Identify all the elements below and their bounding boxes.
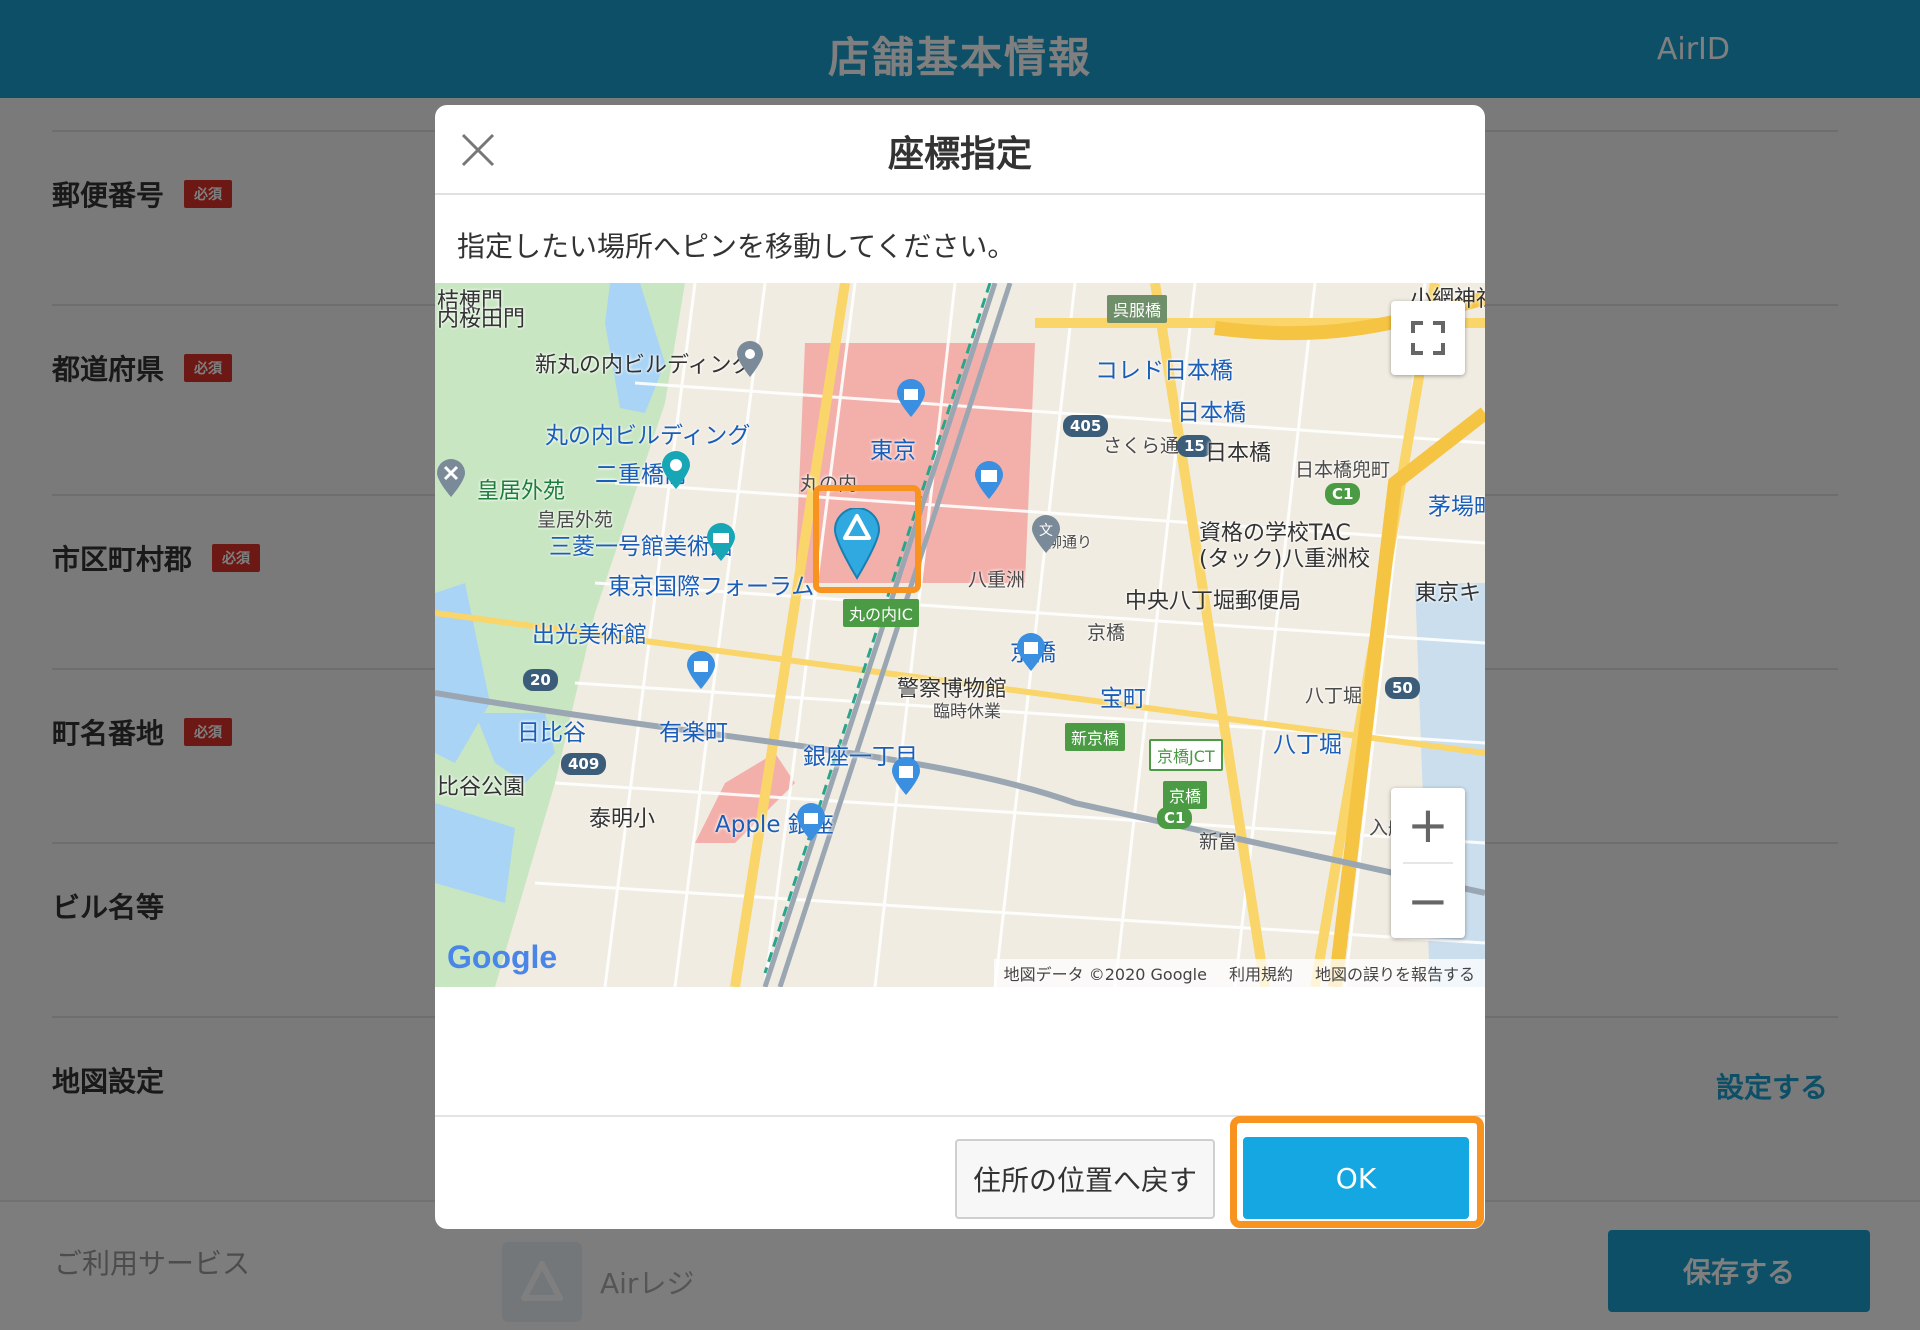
route-c1b-shield: C1 <box>1157 807 1193 829</box>
map-label-shintomi: 新富 <box>1199 831 1238 853</box>
map-label-maru-bldg: 丸の内ビルディング <box>545 423 751 449</box>
modal-header: 座標指定 <box>435 105 1485 195</box>
map-label-marunouchi-ic: 丸の内IC <box>843 599 919 627</box>
apple-store-pin-icon[interactable] <box>795 803 827 843</box>
map-label-rinji: 臨時休業 <box>933 702 1001 722</box>
map-attribution: 地図データ ©2020 Google 利用規約 地図の誤りを報告する <box>993 959 1485 987</box>
map-label-chuo-hatchobori: 中央八丁堀郵便局 <box>1125 589 1302 614</box>
map-label-forum: 東京国際フォーラム <box>608 574 815 600</box>
route-50-shield: 50 <box>1385 677 1420 699</box>
zoom-in-button[interactable]: + <box>1391 788 1465 862</box>
instruction-text: 指定したい場所へピンを移動してください。 <box>457 230 1016 263</box>
map-view[interactable]: 桔梗門 内桜田門 新丸の内ビルディング 呉服橋 小網神社 コレド日本橋 405 … <box>435 283 1485 987</box>
shopping-pin-icon[interactable] <box>895 379 927 419</box>
route-405-shield: 405 <box>1063 415 1109 437</box>
google-logo-text: Google <box>447 939 558 975</box>
map-label-yaesu: 八重洲 <box>968 569 1026 591</box>
map-label-nihonbashi: 日本橋 <box>1205 441 1272 466</box>
shopping-pin-icon-2[interactable] <box>685 651 717 691</box>
route-c1-shield: C1 <box>1325 483 1361 505</box>
map-label-coredo: コレド日本橋 <box>1095 358 1233 384</box>
bus-pin-icon[interactable] <box>1015 633 1047 673</box>
pin-highlight <box>813 485 921 593</box>
map-label-hibiya: 日比谷 <box>517 720 586 746</box>
coordinate-modal: 座標指定 指定したい場所へピンを移動してください。 桔梗門 内桜田門 新丸の内ビ… <box>435 105 1485 1229</box>
map-label-tokyo-ki: 東京キ <box>1415 581 1482 606</box>
map-label-uchisakurada: 内桜田門 <box>437 307 526 332</box>
map-label-hachobori-small: 八丁堀 <box>1305 685 1363 707</box>
modal-title: 座標指定 <box>887 134 1032 175</box>
report-error-link[interactable]: 地図の誤りを報告する <box>1315 961 1475 985</box>
map-label-nihonbashi-kabuto: 日本橋兜町 <box>1295 459 1391 481</box>
zoom-control: + − <box>1391 788 1465 938</box>
map-label-shinmaru: 新丸の内ビルディング <box>535 353 754 378</box>
map-label-hachobori: 八丁堀 <box>1273 732 1342 758</box>
map-label-idemitsu: 出光美術館 <box>532 622 647 648</box>
map-label-kyobashi-green: 京橋 <box>1163 781 1208 809</box>
fullscreen-icon <box>1411 321 1445 355</box>
route-20-shield: 20 <box>523 669 558 691</box>
map-label-yurakucho: 有楽町 <box>659 720 728 746</box>
google-logo: Google <box>447 939 557 976</box>
bus-pin-icon-2[interactable] <box>890 757 922 797</box>
restroom-pin-icon[interactable] <box>435 459 467 499</box>
map-label-tac2: (タック)八重洲校 <box>1199 547 1371 572</box>
map-label-nihonbashi-station: 日本橋 <box>1177 400 1246 426</box>
school-pin-icon[interactable]: 文 <box>1030 515 1062 555</box>
map-label-kokyo-gaien: 皇居外苑 <box>477 479 566 504</box>
poi-pin-icon[interactable] <box>735 341 765 379</box>
map-label-takaracho: 宝町 <box>1100 686 1146 712</box>
map-label-hibiya-koen: 比谷公園 <box>437 775 526 800</box>
map-label-gofukubashi: 呉服橋 <box>1107 295 1168 323</box>
terms-link[interactable]: 利用規約 <box>1229 961 1293 985</box>
post-office-pin-icon[interactable] <box>973 461 1005 501</box>
map-label-kayabacho: 茅場町 <box>1428 494 1485 520</box>
map-label-shinkyobashi: 新京橋 <box>1065 723 1126 751</box>
map-data-credit: 地図データ ©2020 Google <box>1003 965 1207 984</box>
zoom-out-button[interactable]: − <box>1391 864 1465 938</box>
map-label-kyobashi-jct: 京橋JCT <box>1149 739 1223 771</box>
svg-text:文: 文 <box>1039 523 1053 539</box>
map-label-tokyo-station: 東京 <box>870 438 916 464</box>
reset-to-address-button[interactable]: 住所の位置へ戻す <box>955 1139 1215 1219</box>
museum-pin-icon[interactable] <box>705 523 737 563</box>
ok-button-highlight <box>1230 1116 1484 1228</box>
station-exit-pin-icon[interactable] <box>660 451 692 491</box>
route-409-shield: 409 <box>561 753 607 775</box>
map-label-taimei: 泰明小 <box>589 807 656 832</box>
map-label-kyobashi-small: 京橋 <box>1087 622 1126 644</box>
fullscreen-button[interactable] <box>1391 301 1465 375</box>
